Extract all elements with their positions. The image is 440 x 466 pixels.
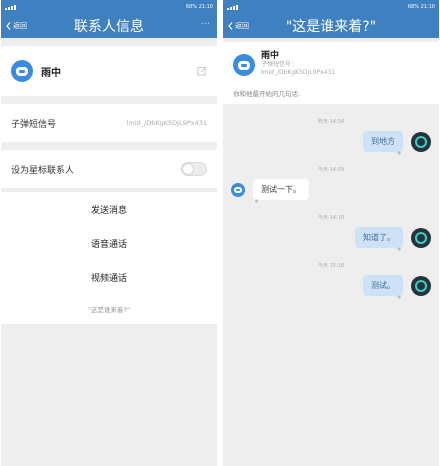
user-avatar[interactable] — [411, 275, 431, 296]
chat-bubble-icon — [16, 66, 28, 76]
chevron-left-icon — [6, 22, 11, 30]
star-contact-toggle[interactable] — [181, 162, 207, 176]
back-label: 返回 — [13, 22, 27, 30]
read-mark-icon: ● — [397, 246, 402, 251]
video-call-button[interactable]: 视频通话 — [1, 260, 217, 294]
message-bubble[interactable]: 到地方 ● — [363, 131, 403, 155]
action-list: 发送消息 语音通话 视频通话 "这是谁来着?" — [1, 192, 217, 324]
avatar — [233, 54, 255, 76]
contact-name: 雨中 — [261, 51, 280, 61]
signal-icon — [5, 4, 16, 10]
voice-call-button[interactable]: 语音通话 — [1, 226, 217, 260]
user-avatar[interactable] — [411, 131, 431, 152]
read-mark-icon: ● — [397, 150, 402, 155]
message-bubble[interactable]: 测试一下。 ● — [253, 179, 309, 203]
message-timestamp: 昨天 14:34 — [318, 119, 344, 125]
user-avatar[interactable] — [411, 227, 431, 248]
chevron-left-icon — [228, 22, 233, 30]
contact-info-screen: 68% 21:10 返回 联系人信息 ··· 雨中 子弹短信号 lmid_/Db… — [1, 0, 217, 466]
sms-id-value: lmid_/DbKgK5DJL9Px431 — [126, 119, 207, 127]
ring-icon — [415, 279, 427, 292]
status-text: 68% 21:10 — [407, 4, 435, 10]
star-contact-row: 设为星标联系人 — [1, 150, 217, 188]
who-is-this-link[interactable]: "这是谁来着?" — [1, 294, 217, 324]
message-text: 知道了。 — [363, 233, 395, 242]
edit-icon[interactable] — [197, 66, 207, 76]
read-mark-icon: ● — [255, 198, 259, 203]
sms-id-label: 子弹短信号： — [261, 61, 298, 68]
contact-card[interactable]: 雨中 — [1, 46, 217, 96]
message-row: 到地方 ● — [231, 131, 431, 155]
page-title: "这是谁来着?" — [285, 19, 377, 35]
signal-icon — [227, 4, 238, 10]
status-text: 68% 21:10 — [185, 4, 213, 10]
first-messages-screen: 68% 21:10 返回 "这是谁来着?" 雨中 子弹短信号： lmid_/Db… — [223, 0, 439, 466]
ring-icon — [415, 135, 427, 148]
star-contact-label: 设为星标联系人 — [11, 165, 75, 176]
sms-id-label: 子弹短信号 — [11, 119, 57, 130]
message-timestamp: 今天 14:09 — [318, 167, 344, 173]
read-mark-icon: ● — [397, 294, 402, 299]
chat-bubble-icon — [234, 186, 242, 193]
contact-avatar[interactable] — [231, 182, 245, 197]
message-bubble[interactable]: 知道了。 ● — [355, 227, 403, 251]
message-text: 测试。 — [371, 281, 395, 290]
message-text: 到地方 — [371, 137, 395, 146]
nav-bar: 返回 联系人信息 ··· — [1, 14, 217, 38]
sms-id-value: lmid_/DbKgK5DJL9Px431 — [261, 69, 336, 76]
message-timestamp: 今天 14:10 — [318, 215, 344, 221]
status-bar: 68% 21:10 — [1, 0, 217, 14]
message-list: 昨天 14:34 到地方 ● 今天 14:09 测试一下。 ● 今天 14:10 知… — [223, 118, 439, 299]
avatar — [11, 60, 33, 82]
back-label: 返回 — [235, 22, 249, 30]
message-row: 测试。 ● — [231, 275, 431, 299]
message-text: 测试一下。 — [261, 185, 301, 194]
nav-bar: 返回 "这是谁来着?" — [223, 14, 439, 38]
intro-text: 你和他最开始的几句话: — [223, 86, 439, 104]
page-title: 联系人信息 — [74, 19, 144, 35]
back-button[interactable]: 返回 — [1, 21, 27, 31]
send-message-button[interactable]: 发送消息 — [1, 192, 217, 226]
message-timestamp: 今天 15:18 — [318, 263, 344, 269]
status-bar: 68% 21:10 — [223, 0, 439, 14]
message-row: 测试一下。 ● — [231, 179, 431, 203]
more-dots-icon[interactable]: ··· — [200, 20, 210, 30]
sms-id-row[interactable]: 子弹短信号 lmid_/DbKgK5DJL9Px431 — [1, 104, 217, 142]
contact-header: 雨中 子弹短信号： lmid_/DbKgK5DJL9Px431 — [223, 42, 439, 86]
toggle-knob — [183, 164, 193, 174]
back-button[interactable]: 返回 — [223, 21, 249, 31]
contact-name: 雨中 — [41, 67, 61, 79]
message-bubble[interactable]: 测试。 ● — [363, 275, 403, 299]
chat-bubble-icon — [238, 60, 250, 70]
ring-icon — [415, 231, 427, 244]
message-row: 知道了。 ● — [231, 227, 431, 251]
